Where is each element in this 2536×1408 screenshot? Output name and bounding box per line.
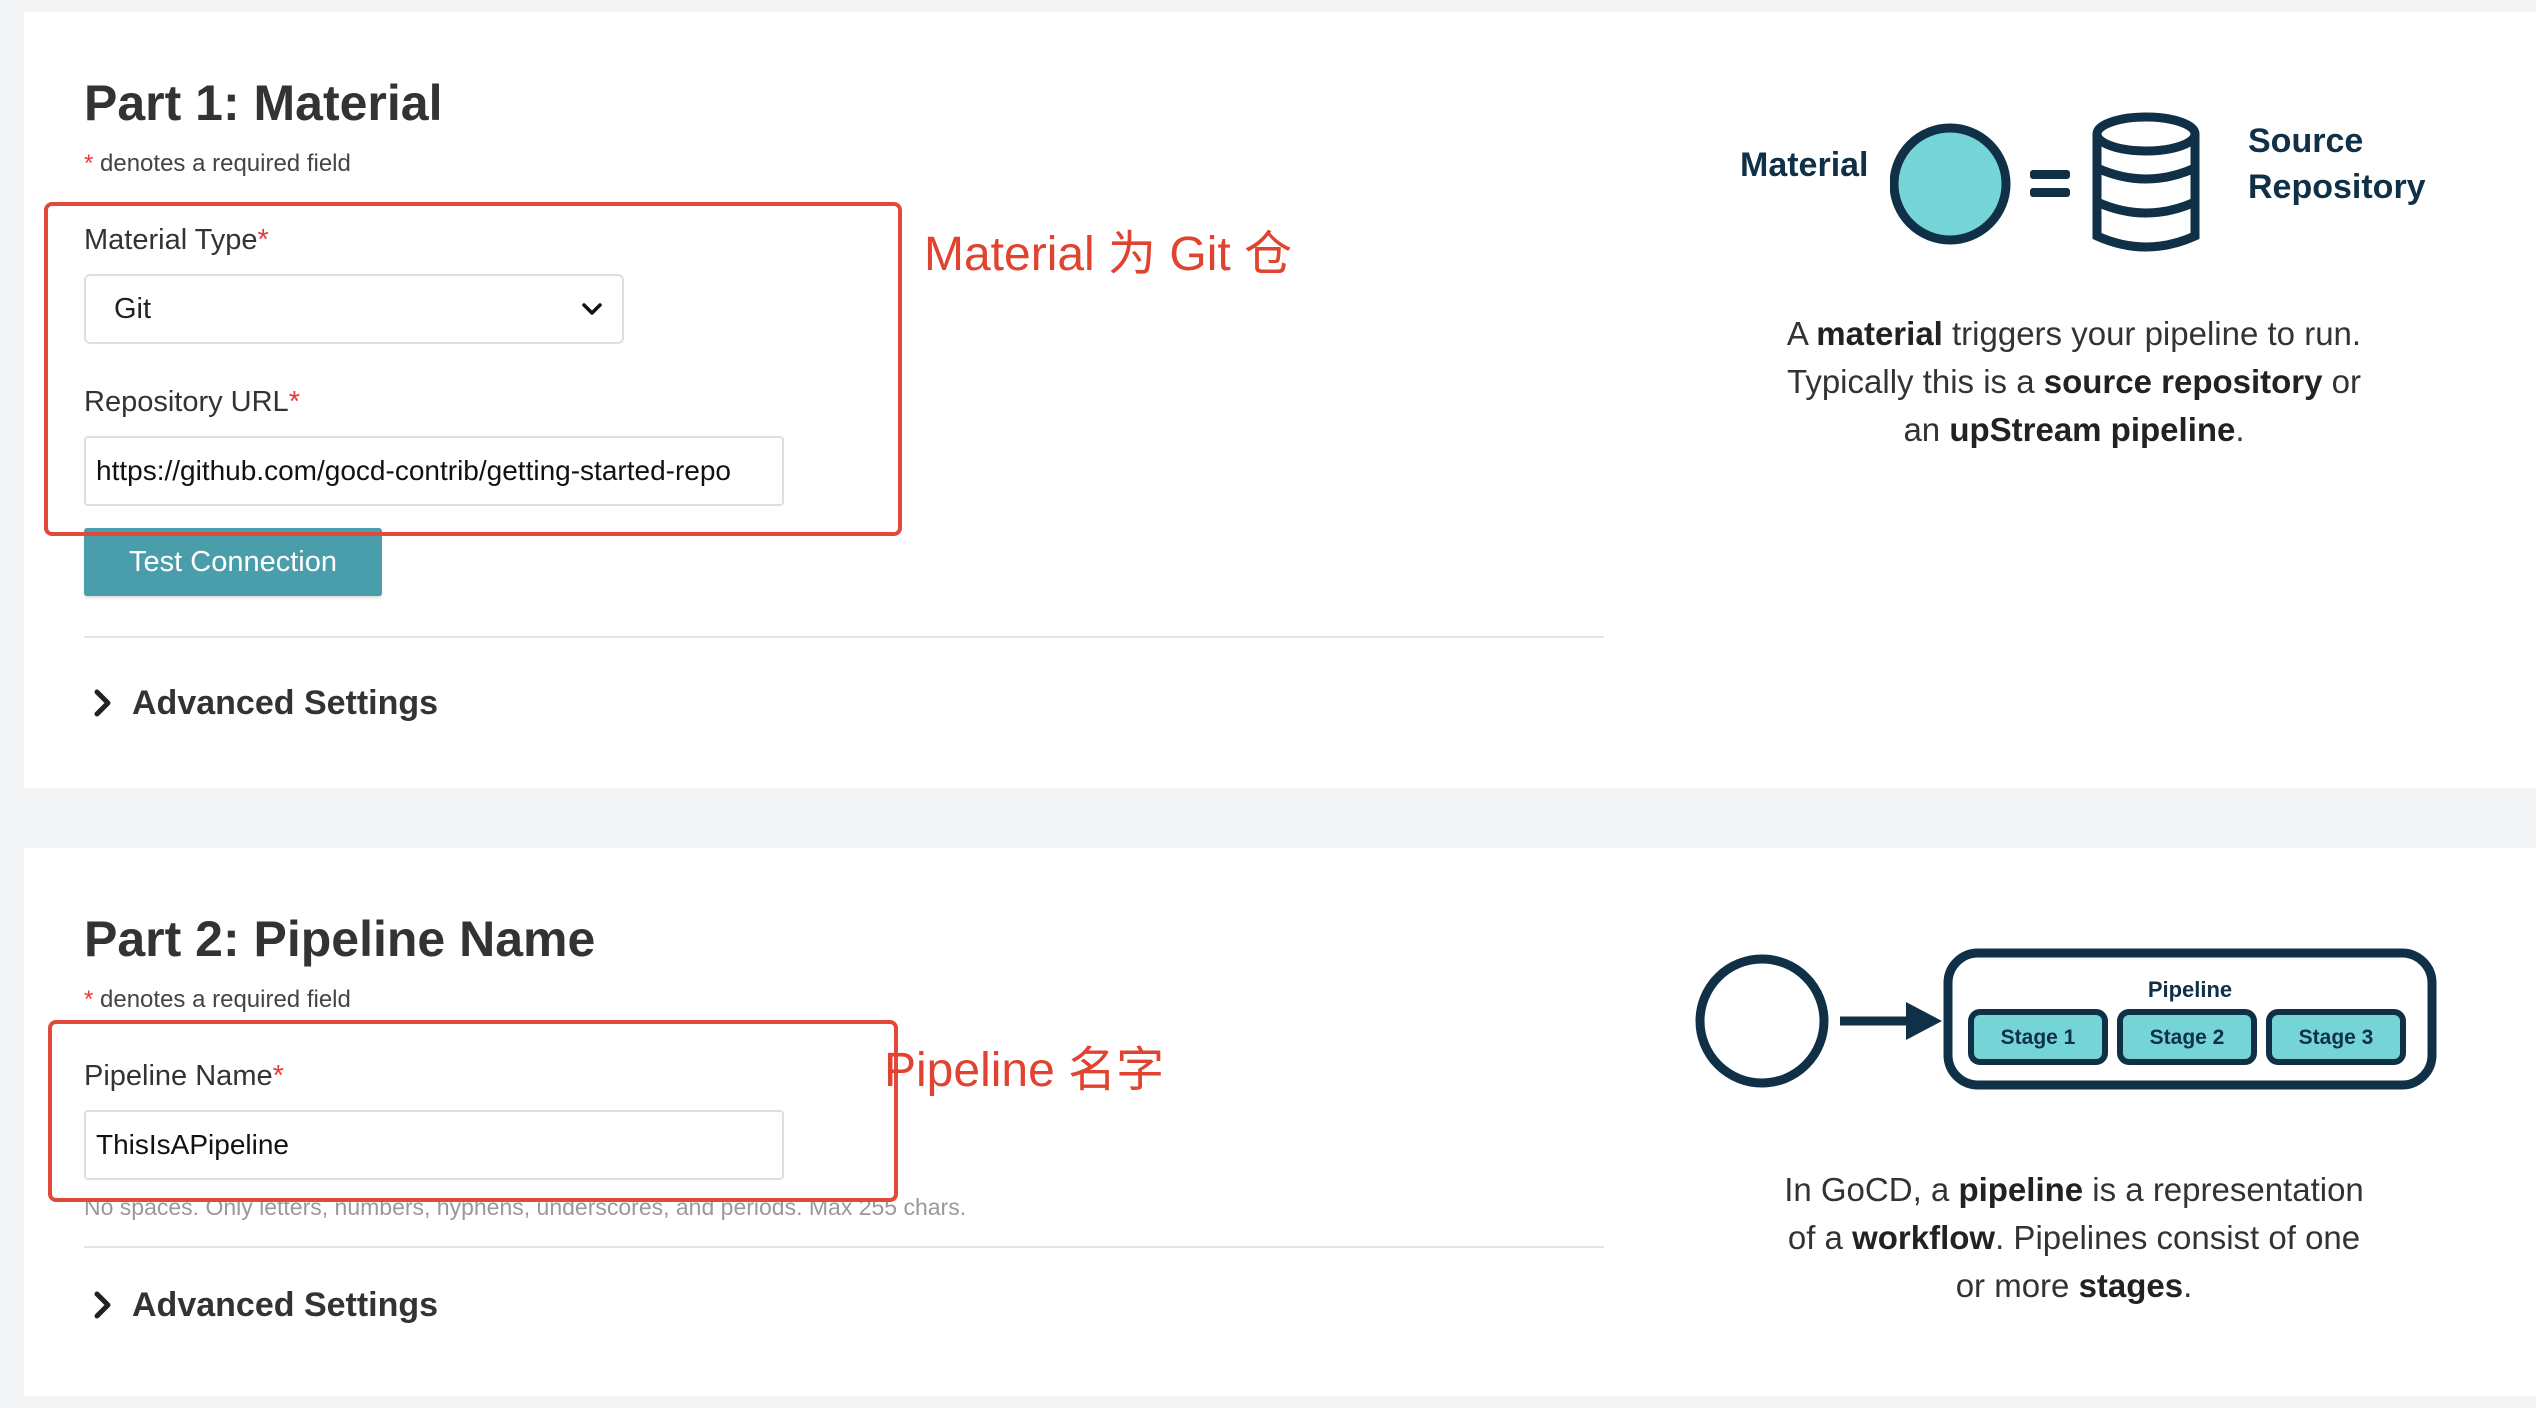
pipeline-label: Pipeline [2148,977,2232,1002]
advanced-settings-toggle[interactable]: Advanced Settings [92,1270,438,1340]
divider [84,1246,1604,1248]
required-field-note: * denotes a required field [84,986,351,1014]
test-connection-button[interactable]: Test Connection [84,528,382,596]
material-circle-icon [1695,954,1829,1088]
advanced-settings-label: Advanced Settings [132,1285,439,1324]
material-circle-icon [1890,123,2011,245]
source-label-line1: Source [2248,122,2364,160]
description-line-2: of a workflow. Pipelines consist of one [1787,1219,2361,1256]
description-line-3: or more stages. [1955,1267,2193,1304]
stage-3-box: Stage 3 [2266,1009,2406,1065]
stage-1-label: Stage 1 [2001,1026,2076,1049]
stage-3-label: Stage 3 [2299,1026,2374,1049]
advanced-settings-label: Advanced Settings [132,683,439,722]
required-field-note: * denotes a required field [84,150,351,178]
required-star: * [84,986,94,1013]
database-icon [2092,112,2200,252]
chevron-right-icon [94,1291,111,1319]
description-line-1: A material triggers your pipeline to run… [1786,315,2362,352]
description-line-3: an upStream pipeline. [1903,411,2245,448]
source-label-line2: Repository [2248,168,2426,206]
annotation-label: Pipeline 名字 [884,1044,1165,1097]
stage-2-box: Stage 2 [2117,1009,2257,1065]
chevron-right-icon [94,689,111,717]
equals-icon-top [2030,170,2070,179]
section-title: Part 2: Pipeline Name [84,911,596,967]
equals-icon-bottom [2030,188,2070,197]
pipeline-name-panel: Part 2: Pipeline Name * denotes a requir… [24,848,2536,1396]
pipeline-description: In GoCD, a pipeline is a representation … [1664,1166,2484,1310]
stage-1-box: Stage 1 [1968,1009,2108,1065]
arrow-right-icon [1840,1002,1942,1040]
description-line-1: In GoCD, a pipeline is a representation [1784,1171,2364,1208]
illustration-source-repository-label: Source Repository [2248,118,2426,210]
divider [84,636,1604,638]
required-star: * [84,150,94,177]
material-equals-repository-illustration [1890,112,2200,252]
annotation-highlight-box [48,1020,898,1202]
material-panel: Part 1: Material * denotes a required fi… [24,12,2536,788]
advanced-settings-toggle[interactable]: Advanced Settings [92,668,438,738]
description-line-2: Typically this is a source repository or [1786,363,2362,400]
stage-2-label: Stage 2 [2150,1026,2225,1049]
required-note-text: denotes a required field [93,150,351,177]
illustration-material-label: Material [1740,146,1869,184]
material-to-pipeline-illustration: Pipeline Stage 1 Stage 2 Stage 3 [1695,948,2437,1090]
page-title: Part 1: Material [84,75,443,131]
required-note-text: denotes a required field [93,986,351,1013]
material-description: A material triggers your pipeline to run… [1664,310,2484,454]
annotation-highlight-box [44,202,902,536]
annotation-label: Material 为 Git 仓 [924,228,1293,281]
